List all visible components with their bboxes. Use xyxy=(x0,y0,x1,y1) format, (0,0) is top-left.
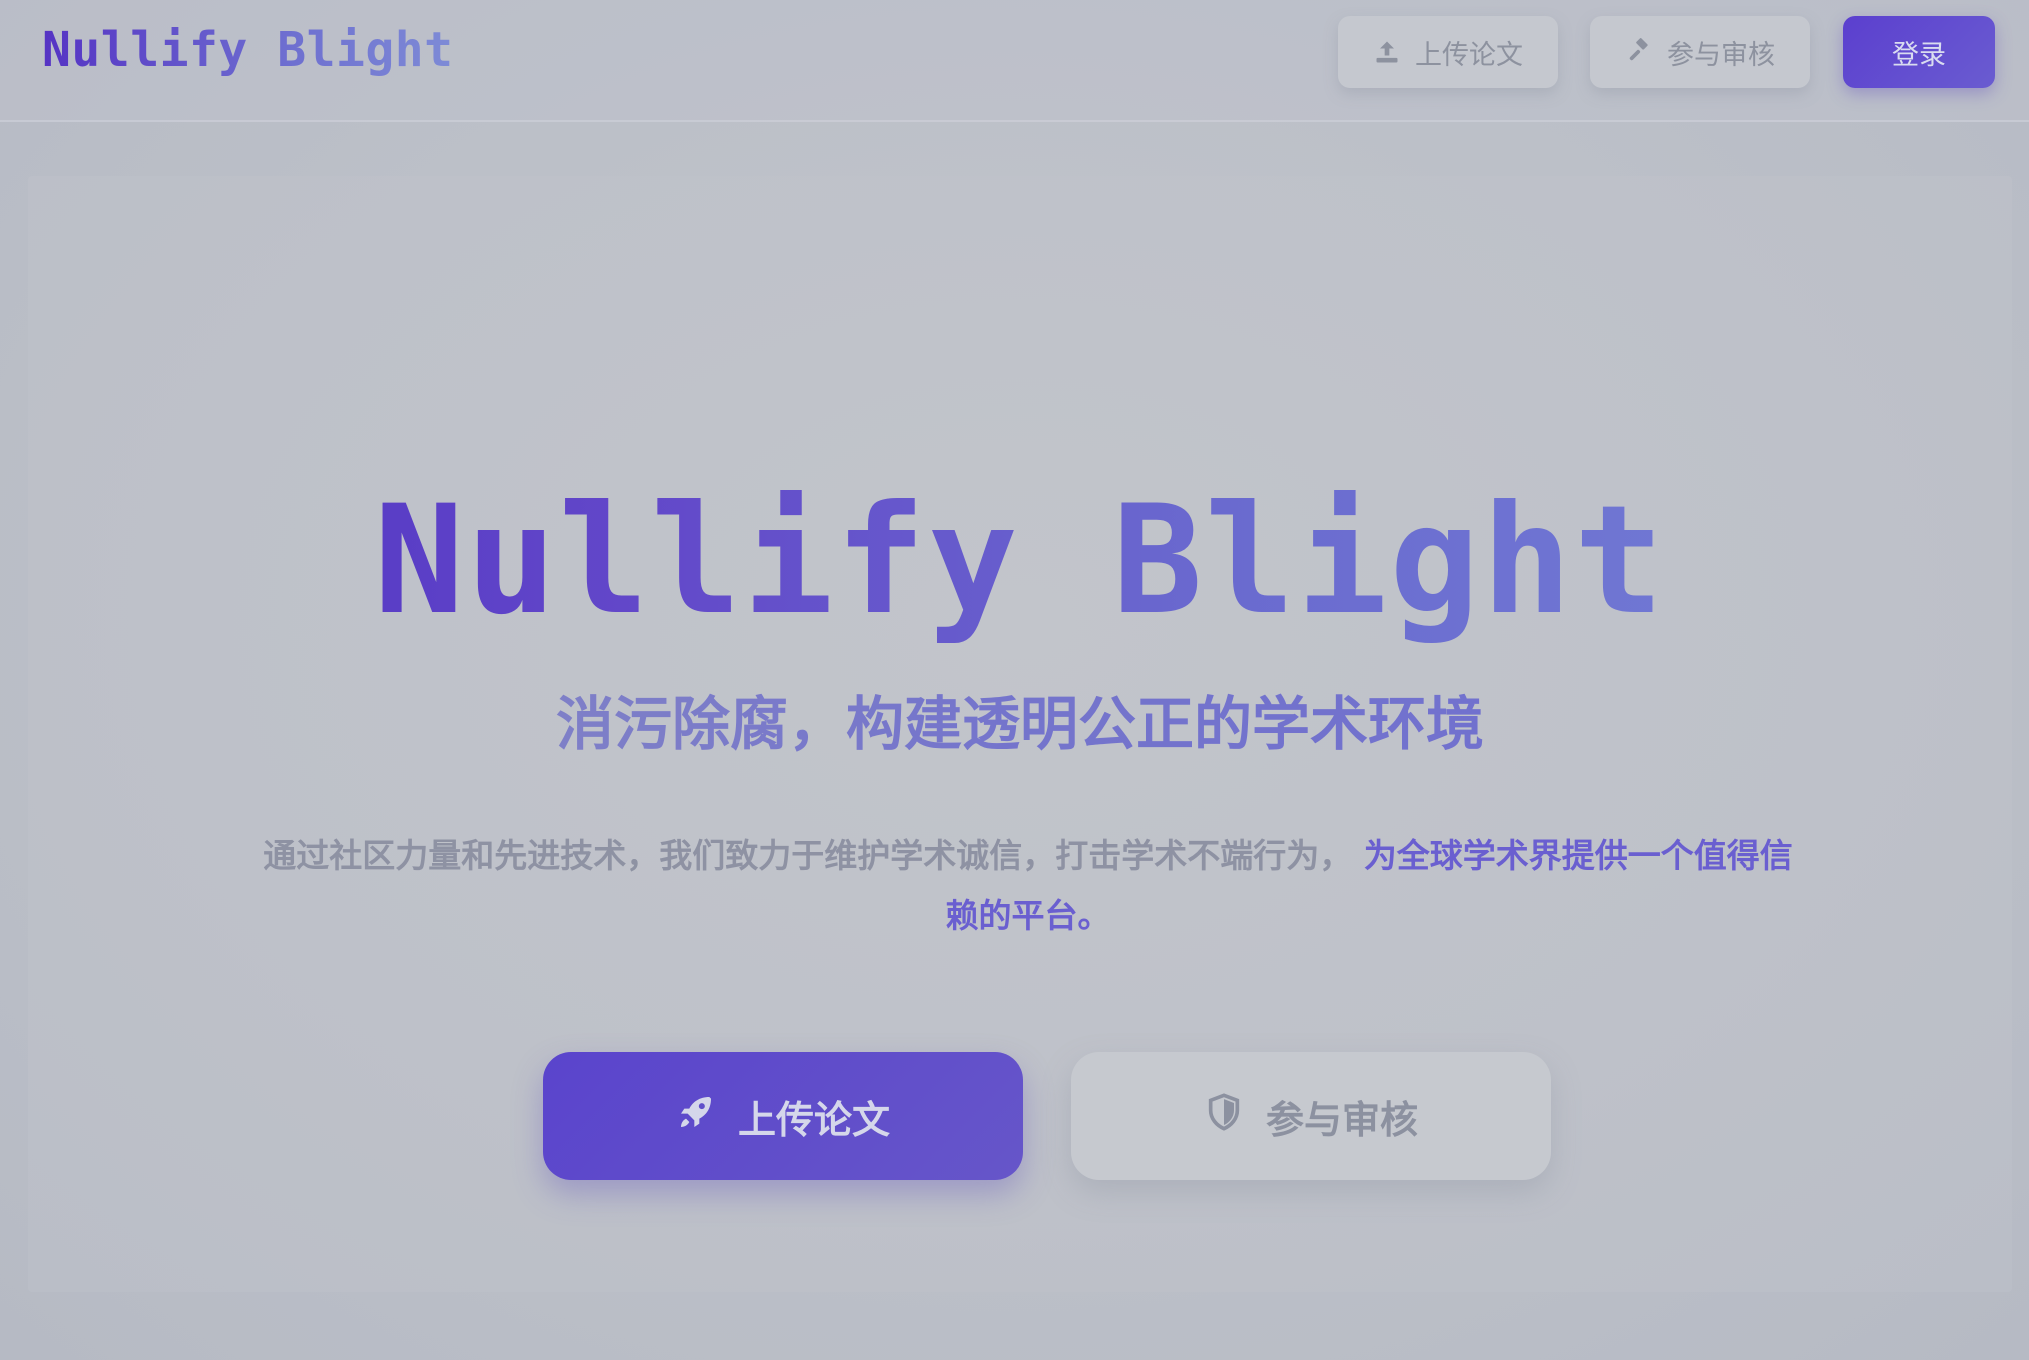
cta-review-label: 参与审核 xyxy=(1265,1097,1418,1142)
nav-join-review-button[interactable]: 参与审核 xyxy=(1590,16,1810,88)
page: Nullify Blight 上传论文 参与审核 登录 Nullify Blig… xyxy=(0,0,2029,1360)
login-button[interactable]: 登录 xyxy=(1843,16,1995,88)
hero-title: Nullify Blight xyxy=(28,476,2012,646)
nav-review-label: 参与审核 xyxy=(1667,39,1775,71)
nav-upload-label: 上传论文 xyxy=(1415,39,1523,71)
cta-join-review-button[interactable]: 参与审核 xyxy=(1071,1052,1551,1180)
shield-icon xyxy=(1204,1092,1244,1141)
top-navbar: Nullify Blight 上传论文 参与审核 登录 xyxy=(0,0,2029,122)
hero-description: 通过社区力量和先进技术，我们致力于维护学术诚信，打击学术不端行为， 为全球学术界… xyxy=(248,826,1808,946)
cta-upload-paper-button[interactable]: 上传论文 xyxy=(543,1052,1023,1180)
nav-upload-paper-button[interactable]: 上传论文 xyxy=(1338,16,1558,88)
rocket-icon xyxy=(676,1092,716,1141)
hero-description-text: 通过社区力量和先进技术，我们致力于维护学术诚信，打击学术不端行为， xyxy=(263,836,1353,875)
brand-logo[interactable]: Nullify Blight xyxy=(42,22,454,78)
cta-upload-label: 上传论文 xyxy=(737,1097,890,1142)
hero-subtitle: 消污除腐，构建透明公正的学术环境 xyxy=(28,684,2012,764)
gavel-icon xyxy=(1625,38,1653,66)
hero-section: Nullify Blight 消污除腐，构建透明公正的学术环境 通过社区力量和先… xyxy=(28,176,2012,1292)
upload-icon xyxy=(1373,38,1401,66)
